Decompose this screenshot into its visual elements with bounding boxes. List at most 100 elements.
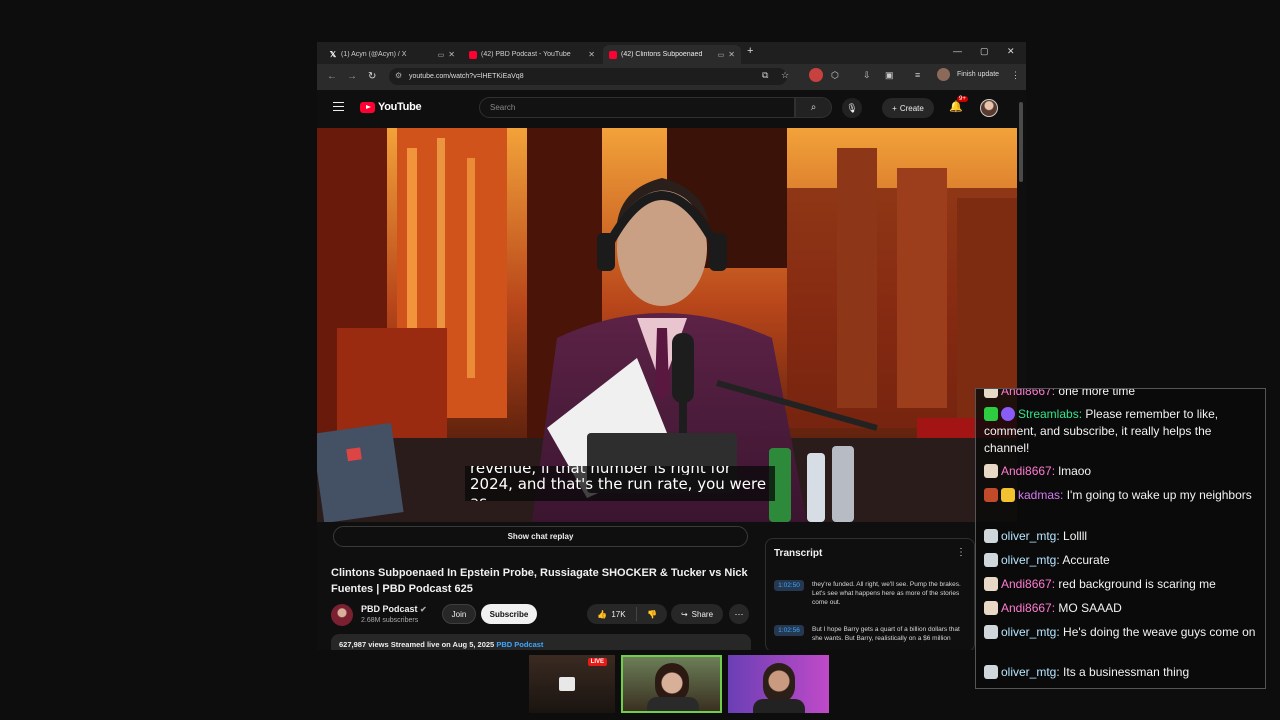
user-badge-icon xyxy=(984,464,998,478)
bookmark-star-icon[interactable]: ☆ xyxy=(781,70,789,81)
subscribe-button[interactable]: Subscribe xyxy=(481,604,537,624)
channel-name[interactable]: PBD Podcast xyxy=(361,604,418,614)
microphone-icon: 🎙 xyxy=(846,102,858,113)
scrollbar-thumb[interactable] xyxy=(1019,102,1023,182)
caption-line: revenue, if that number is right for xyxy=(470,466,732,475)
chat-username: Andi8667 xyxy=(1001,388,1052,398)
share-arrow-icon: ↪ xyxy=(680,609,688,619)
ellipsis-icon: ⋯ xyxy=(734,608,744,619)
extensions-puzzle-icon[interactable]: ⬡ xyxy=(831,70,839,81)
video-captions: revenue, if that number is right for 202… xyxy=(465,466,775,501)
search-icon: ⌕ xyxy=(810,102,817,113)
transcript-entry[interactable]: 1:02:56 But I hope Barry gets a quart of… xyxy=(774,625,972,643)
chat-text: Accurate xyxy=(1062,553,1110,567)
chat-username: kadmas xyxy=(1018,488,1061,502)
close-window-button[interactable]: ✕ xyxy=(1007,46,1015,57)
back-icon[interactable]: ← xyxy=(327,71,337,82)
tab-title: (1) Acyn (@Acyn) / X xyxy=(341,51,407,58)
downloads-icon[interactable]: ⇩ xyxy=(863,70,871,81)
minimize-button[interactable]: — xyxy=(953,46,962,56)
transcript-text: But I hope Barry gets a quart of a billi… xyxy=(812,626,960,642)
tab-pbd-podcast[interactable]: (42) PBD Podcast - YouTube ✕ xyxy=(463,45,601,64)
close-tab-icon[interactable]: ✕ xyxy=(728,50,735,59)
chat-username: oliver_mtg xyxy=(1001,553,1057,567)
search-button[interactable]: ⌕ xyxy=(795,97,832,118)
share-button[interactable]: ↪ Share xyxy=(671,604,723,624)
site-info-icon[interactable]: ⚙ xyxy=(395,71,402,80)
transcript-timestamp[interactable]: 1:02:50 xyxy=(774,580,804,591)
browser-menu-icon[interactable]: ⋮ xyxy=(1011,70,1020,81)
chat-text: one more time xyxy=(1058,388,1136,398)
monitor-icon xyxy=(559,677,575,691)
tab-clintons-video[interactable]: (42) Clintons Subpoenaed ▭ ✕ xyxy=(603,45,741,64)
youtube-play-icon xyxy=(360,101,375,113)
create-button[interactable]: + Create xyxy=(882,98,934,118)
media-icon: ▭ xyxy=(717,51,725,59)
transcript-entry[interactable]: 1:02:50 they're funded. All right, we'll… xyxy=(774,580,972,607)
split-view-icon[interactable]: ▣ xyxy=(885,70,894,81)
tab-acyn[interactable]: 𝕏 (1) Acyn (@Acyn) / X ▭ ✕ xyxy=(323,45,461,64)
hamburger-menu-icon[interactable] xyxy=(333,102,344,111)
channel-avatar[interactable] xyxy=(331,604,353,626)
video-title: Clintons Subpoenaed In Epstein Probe, Ru… xyxy=(331,567,748,595)
reload-icon[interactable]: ↻ xyxy=(368,71,376,82)
check-badge-icon xyxy=(984,407,998,421)
webcam-streamer xyxy=(621,655,722,713)
chat-username: Streamlabs xyxy=(1018,407,1079,421)
chat-text: MO SAAAD xyxy=(1058,601,1122,615)
video-player[interactable]: revenue, if that number is right for 202… xyxy=(317,128,1017,522)
finish-update-button[interactable]: Finish update xyxy=(957,71,999,78)
description-box[interactable]: 627,987 views Streamed live on Aug 5, 20… xyxy=(331,634,751,650)
forward-icon[interactable]: → xyxy=(347,71,357,82)
crown-badge-icon xyxy=(1001,488,1015,502)
user-badge-icon xyxy=(984,665,998,679)
description-channel-link[interactable]: PBD Podcast xyxy=(496,640,543,649)
maximize-button[interactable]: ▢ xyxy=(980,46,989,57)
channel-name-row[interactable]: PBD Podcast ✔ xyxy=(361,604,427,614)
search-placeholder: Search xyxy=(490,103,516,112)
user-badge-icon xyxy=(984,577,998,591)
tab-title: (42) PBD Podcast - YouTube xyxy=(481,51,571,58)
chat-message: oliver_mtg: Its a businessman thing xyxy=(984,664,1260,681)
account-avatar[interactable] xyxy=(980,99,998,117)
show-chat-replay-button[interactable]: Show chat replay xyxy=(333,526,748,547)
search-input[interactable]: Search xyxy=(479,97,795,118)
chat-text: He's doing the weave guys come on xyxy=(1063,625,1256,639)
streamlabs-badge-icon xyxy=(1001,407,1015,421)
reading-list-icon[interactable]: ≡ xyxy=(915,70,920,80)
join-button[interactable]: Join xyxy=(442,604,476,624)
profile-icon[interactable] xyxy=(937,68,950,81)
new-tab-button[interactable]: + xyxy=(747,45,753,57)
chat-text: I'm going to wake up my neighbors xyxy=(1066,488,1252,502)
extension-icon[interactable] xyxy=(809,68,823,82)
notification-count-badge: 9+ xyxy=(957,96,968,102)
chat-message: kadmas: I'm going to wake up my neighbor… xyxy=(984,487,1260,504)
guest-body xyxy=(753,699,805,713)
chat-message: oliver_mtg: Lollll xyxy=(984,528,1260,545)
chat-text: lmaoo xyxy=(1058,464,1092,478)
install-app-icon[interactable]: ⧉ xyxy=(762,70,768,81)
user-badge-icon xyxy=(984,529,998,543)
verified-check-icon: ✔ xyxy=(420,605,427,614)
tab-strip: 𝕏 (1) Acyn (@Acyn) / X ▭ ✕ (42) PBD Podc… xyxy=(317,42,1026,64)
browser-window: 𝕏 (1) Acyn (@Acyn) / X ▭ ✕ (42) PBD Podc… xyxy=(317,42,1026,650)
streamer-body xyxy=(647,697,699,711)
transcript-menu-icon[interactable]: ⋮ xyxy=(956,547,966,558)
voice-search-button[interactable]: 🎙 xyxy=(842,98,862,118)
more-actions-button[interactable]: ⋯ xyxy=(729,604,749,624)
dislike-button[interactable]: 👎 xyxy=(637,610,667,619)
close-tab-icon[interactable]: ✕ xyxy=(448,50,455,59)
user-badge-icon xyxy=(984,488,998,502)
transcript-timestamp[interactable]: 1:02:56 xyxy=(774,625,804,636)
like-button[interactable]: 👍 17K xyxy=(587,607,637,621)
webcam-preview-1: LIVE xyxy=(529,655,615,713)
user-badge-icon xyxy=(984,553,998,567)
close-tab-icon[interactable]: ✕ xyxy=(588,50,595,59)
chat-text: red background is scaring me xyxy=(1058,577,1216,591)
address-bar[interactable]: ⚙ youtube.com/watch?v=lHETKiEaVq8 xyxy=(389,68,787,85)
youtube-logo[interactable]: YouTube xyxy=(360,101,422,113)
url-text: youtube.com/watch?v=lHETKiEaVq8 xyxy=(409,73,524,80)
youtube-icon xyxy=(609,50,617,59)
chat-message: Andi8667: red background is scaring me xyxy=(984,576,1260,593)
youtube-icon xyxy=(469,50,477,59)
